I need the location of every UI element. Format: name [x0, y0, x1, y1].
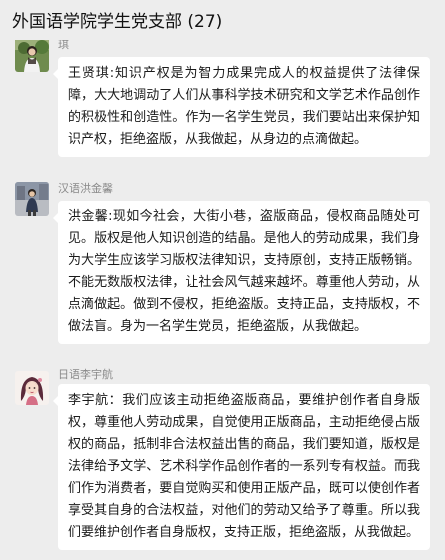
avatar-girl-street-icon: [15, 182, 49, 216]
message-bubble[interactable]: 王贤琪:知识产权是为智力成果完成人的权益提供了法律保障，大大地调动了人们从事科学…: [53, 57, 430, 157]
page-title: 外国语学院学生党支部 (27): [12, 12, 223, 32]
chat-area[interactable]: 琪 王贤琪:知识产权是为智力成果完成人的权益提供了法律保障，大大地调动了人们从事…: [0, 0, 445, 560]
avatar[interactable]: [15, 371, 49, 405]
avatar-cartoon-girl-icon: [15, 371, 49, 405]
message-bubble[interactable]: 洪金馨:现如今社会，大街小巷，盗版商品，侵权商品随处可见。版权是他人知识创造的结…: [53, 201, 430, 344]
sender-name: 日语李宇航: [58, 368, 113, 381]
avatar-woman-outdoor-icon: [15, 38, 49, 72]
sender-name: 汉语洪金馨: [58, 182, 113, 195]
message-bubble[interactable]: 李宇航：我们应该主动拒绝盗版商品，要维护创作者自身版权，尊重他人劳动成果，自觉使…: [53, 384, 430, 550]
avatar[interactable]: [15, 182, 49, 216]
chat-header: 外国语学院学生党支部 (27): [0, 0, 445, 40]
avatar[interactable]: [15, 38, 49, 72]
